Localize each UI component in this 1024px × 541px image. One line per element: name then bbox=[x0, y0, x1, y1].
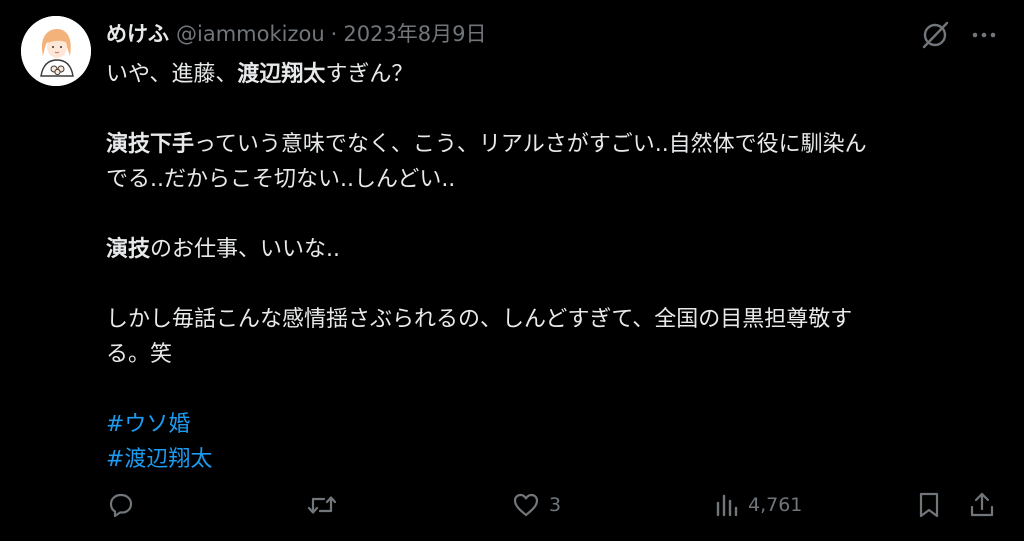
tweet-line: いや、進藤、渡辺翔太すぎん？ bbox=[106, 57, 1006, 92]
tweet: めけふ @iammokizou · 2023年8月9日 いや、進藤、渡辺翔太すぎ… bbox=[0, 0, 1024, 541]
display-name[interactable]: めけふ bbox=[106, 17, 169, 51]
tweet-line: 演技下手っていう意味でなく、こう、リアルさがすごい..自然体で役に馴染ん bbox=[106, 127, 1006, 162]
hashtag-link[interactable]: #渡辺翔太 bbox=[106, 447, 212, 472]
action-bar: 3 4,761 bbox=[0, 487, 1024, 523]
text-segment: すぎん？ bbox=[325, 62, 414, 87]
bookmark-icon bbox=[919, 492, 939, 518]
retweet-button[interactable] bbox=[306, 487, 346, 523]
bold-segment: 演技 bbox=[106, 237, 151, 262]
text-segment: しかし毎話こんな感情揺さぶられるの、しんどすぎて、全国の目黒担尊敬す bbox=[106, 307, 853, 332]
bold-segment: 渡辺翔太 bbox=[237, 62, 326, 87]
bookmark-button[interactable] bbox=[915, 487, 943, 523]
user-handle[interactable]: @iammokizou bbox=[176, 17, 325, 51]
like-count: 3 bbox=[549, 494, 562, 516]
share-icon bbox=[970, 492, 994, 517]
hashtag-link[interactable]: #ウソ婚 bbox=[106, 412, 190, 437]
grok-icon[interactable] bbox=[918, 18, 952, 52]
share-button[interactable] bbox=[967, 487, 997, 523]
text-segment: いや、進藤、 bbox=[106, 62, 238, 87]
text-segment: でる..だからこそ切ない..しんどい.. bbox=[106, 167, 456, 192]
views-count: 4,761 bbox=[748, 494, 803, 516]
reply-button[interactable] bbox=[106, 487, 144, 523]
tweet-line: 演技のお仕事、いいな.. bbox=[106, 232, 1006, 267]
more-options-icon[interactable] bbox=[967, 18, 1001, 52]
views-bar-icon bbox=[716, 494, 738, 517]
tweet-line: でる..だからこそ切ない..しんどい.. bbox=[106, 162, 1006, 197]
text-segment: っていう意味でなく、こう、リアルさがすごい..自然体で役に馴染ん bbox=[194, 132, 867, 157]
like-button[interactable]: 3 bbox=[511, 487, 561, 523]
tweet-line: る。笑 bbox=[106, 337, 1006, 372]
hashtag-line: #渡辺翔太 bbox=[106, 442, 1006, 477]
separator-dot: · bbox=[330, 22, 338, 46]
views-button[interactable]: 4,761 bbox=[714, 487, 802, 523]
illustrated-woman-avatar-icon bbox=[21, 16, 91, 86]
text-segment: る。笑 bbox=[106, 342, 173, 367]
hashtag-line: #ウソ婚 bbox=[106, 407, 1006, 442]
heart-icon bbox=[513, 493, 539, 517]
avatar[interactable] bbox=[21, 16, 91, 86]
tweet-header: めけふ @iammokizou · 2023年8月9日 bbox=[106, 17, 487, 51]
tweet-line: しかし毎話こんな感情揺さぶられるの、しんどすぎて、全国の目黒担尊敬す bbox=[106, 302, 1006, 337]
tweet-date[interactable]: 2023年8月9日 bbox=[343, 17, 486, 51]
tweet-text: いや、進藤、渡辺翔太すぎん？ 演技下手っていう意味でなく、こう、リアルさがすごい… bbox=[106, 57, 1006, 477]
text-segment: のお仕事、いいな.. bbox=[150, 237, 341, 262]
bold-segment: 演技下手 bbox=[106, 132, 195, 157]
reply-icon bbox=[109, 493, 133, 518]
retweet-icon bbox=[307, 496, 337, 514]
